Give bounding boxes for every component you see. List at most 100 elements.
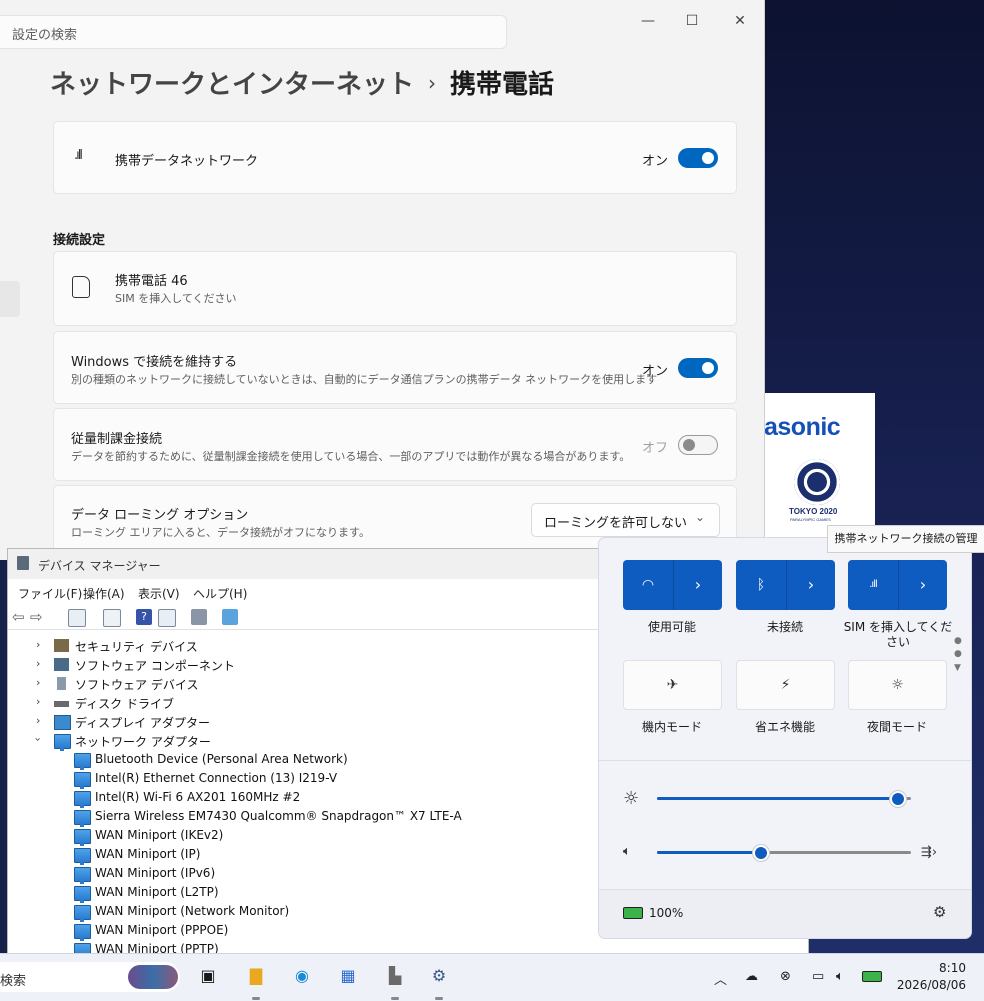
sim-card[interactable]: 携帯電話 46 SIM を挿入してください: [53, 251, 737, 326]
menu-action[interactable]: 操作(A): [83, 585, 125, 602]
gear-icon[interactable]: ⚙: [933, 903, 946, 921]
page-dot-icon[interactable]: ●: [954, 649, 962, 659]
adapter-row[interactable]: WAN Miniport (IKEv2): [74, 827, 574, 846]
network-adapter-icon: [74, 848, 91, 865]
network-adapter-icon: [74, 924, 91, 941]
settings-window: 設定の検索 — ☐ ✕ ネットワークとインターネット › 携帯電話 .ıll 携帯デ…: [0, 0, 765, 561]
settings-search-input[interactable]: 設定の検索: [0, 15, 507, 49]
store-icon[interactable]: ▦: [334, 962, 362, 990]
brightness-slider[interactable]: [657, 791, 911, 807]
settings-taskbar-icon[interactable]: ⚙: [425, 962, 453, 990]
energy-saver-tile[interactable]: ⚡: [736, 660, 835, 710]
adapter-label: Bluetooth Device (Personal Area Network): [95, 752, 348, 766]
adapter-row[interactable]: WAN Miniport (Network Monitor): [74, 903, 574, 922]
page-dot-icon[interactable]: ●: [954, 636, 962, 646]
roaming-title: データ ローミング オプション: [71, 508, 249, 523]
chevron-down-icon: ›: [31, 737, 45, 742]
metered-state: オフ: [642, 441, 669, 456]
roaming-dropdown[interactable]: ローミングを許可しない ⌄: [531, 503, 720, 537]
breadcrumb-parent[interactable]: ネットワークとインターネット: [50, 70, 414, 100]
help-icon[interactable]: ?: [136, 609, 152, 625]
battery-tray-icon[interactable]: [862, 971, 882, 982]
adapter-row[interactable]: Intel(R) Wi-Fi 6 AX201 160MHz #2: [74, 789, 574, 808]
maximize-button[interactable]: ☐: [677, 10, 707, 32]
adapter-row[interactable]: WAN Miniport (IPv6): [74, 865, 574, 884]
security-icon: [54, 639, 69, 652]
adapter-row[interactable]: WAN Miniport (L2TP): [74, 884, 574, 903]
cellular-icon: .ıll: [869, 579, 878, 590]
cellular-expand-button[interactable]: ›: [898, 560, 947, 610]
show-hidden-icon[interactable]: [158, 609, 176, 627]
adapter-row[interactable]: WAN Miniport (IP): [74, 846, 574, 865]
tree-item-network-adapters[interactable]: › ネットワーク アダプター: [32, 732, 536, 751]
bluetooth-tile[interactable]: ᛒ ›: [736, 560, 835, 610]
volume-thumb[interactable]: [753, 845, 770, 861]
wifi-tile[interactable]: ◠ ›: [623, 560, 722, 610]
audio-output-button[interactable]: ⇶›: [921, 845, 937, 860]
adapter-label: Sierra Wireless EM7430 Qualcomm® Snapdra…: [95, 809, 462, 823]
adapter-row[interactable]: Bluetooth Device (Personal Area Network): [74, 751, 574, 770]
onedrive-icon[interactable]: ☁: [745, 969, 758, 984]
network-tray-icon[interactable]: ▭: [812, 969, 824, 984]
keep-connected-toggle[interactable]: [678, 358, 718, 378]
settings-search-placeholder: 設定の検索: [12, 28, 78, 43]
taskbar-search[interactable]: 検索: [0, 962, 180, 992]
tree-label: ネットワーク アダプター: [75, 735, 211, 749]
tree-item-security[interactable]: › セキュリティ デバイス: [36, 637, 536, 655]
scan-hardware-icon[interactable]: [191, 609, 207, 625]
tree-item-disk-drives[interactable]: › ディスク ドライブ: [36, 694, 536, 712]
night-light-tile[interactable]: ☼: [848, 660, 947, 710]
adapter-row[interactable]: Intel(R) Ethernet Connection (13) I219-V: [74, 770, 574, 789]
page-title: 携帯電話: [450, 70, 555, 100]
chevron-right-icon: ›: [36, 657, 41, 670]
menu-help[interactable]: ヘルプ(H): [193, 585, 247, 602]
cellular-card: .ıll 携帯データネットワーク オン: [53, 121, 737, 194]
volume-slider[interactable]: [657, 845, 911, 861]
clock[interactable]: 8:10 2026/08/06: [897, 960, 966, 994]
sim-title: 携帯電話 46: [115, 274, 188, 289]
volume-tray-icon[interactable]: 🔈︎: [836, 969, 844, 984]
file-explorer-icon[interactable]: ▇: [242, 962, 270, 990]
tree-item-software-components[interactable]: › ソフトウェア コンポーネント: [36, 656, 536, 674]
back-icon[interactable]: ⇦: [12, 609, 28, 625]
adapter-label: WAN Miniport (Network Monitor): [95, 904, 290, 918]
device-manager-taskbar-icon[interactable]: ▙: [381, 962, 409, 990]
tree-item-display-adapters[interactable]: › ディスプレイ アダプター: [36, 713, 536, 731]
brightness-thumb[interactable]: [890, 791, 907, 807]
edge-icon[interactable]: ◉: [288, 962, 316, 990]
monitor-icon[interactable]: [222, 609, 238, 625]
chevron-up-icon[interactable]: ︿: [714, 969, 727, 988]
wifi-icon: ◠: [641, 577, 655, 593]
bluetooth-expand-button[interactable]: ›: [786, 560, 835, 610]
update-icon[interactable]: [103, 609, 121, 627]
scroll-down-icon[interactable]: ▼: [954, 663, 961, 673]
menu-view[interactable]: 表示(V): [138, 585, 180, 602]
minimize-button[interactable]: —: [633, 10, 663, 32]
notification-icon[interactable]: ⊗: [780, 969, 791, 984]
menu-file[interactable]: ファイル(F): [18, 585, 82, 602]
task-view-icon[interactable]: ▣: [194, 962, 222, 990]
metered-title: 従量制課金接続: [71, 432, 163, 447]
properties-icon[interactable]: [68, 609, 86, 627]
adapter-label: Intel(R) Wi-Fi 6 AX201 160MHz #2: [95, 790, 301, 804]
devmgr-title: デバイス マネージャー: [38, 559, 161, 573]
chevron-right-icon: ›: [36, 676, 41, 689]
adapter-label: Intel(R) Ethernet Connection (13) I219-V: [95, 771, 338, 785]
keep-connected-title: Windows で接続を維持する: [71, 355, 238, 370]
adapter-row[interactable]: Sierra Wireless EM7430 Qualcomm® Snapdra…: [74, 808, 574, 827]
nav-selected-item[interactable]: [0, 281, 20, 317]
tree-item-software-devices[interactable]: › ソフトウェア デバイス: [36, 675, 536, 693]
emblem-icon: [794, 459, 840, 505]
close-button[interactable]: ✕: [725, 10, 755, 32]
airplane-tile[interactable]: ✈: [623, 660, 722, 710]
keep-connected-desc: 別の種類のネットワークに接続していないときは、自動的にデータ通信プランの携帯デー…: [71, 373, 658, 386]
cellular-toggle[interactable]: [678, 148, 718, 168]
adapter-row[interactable]: WAN Miniport (PPPOE): [74, 922, 574, 941]
wifi-expand-button[interactable]: ›: [673, 560, 722, 610]
metered-toggle[interactable]: [678, 435, 718, 455]
tree-label: セキュリティ デバイス: [75, 640, 198, 654]
airplane-label: 機内モード: [641, 720, 702, 734]
network-adapter-icon: [74, 772, 91, 789]
cellular-tile[interactable]: .ıll ›: [848, 560, 947, 610]
forward-icon[interactable]: ⇨: [30, 609, 46, 625]
